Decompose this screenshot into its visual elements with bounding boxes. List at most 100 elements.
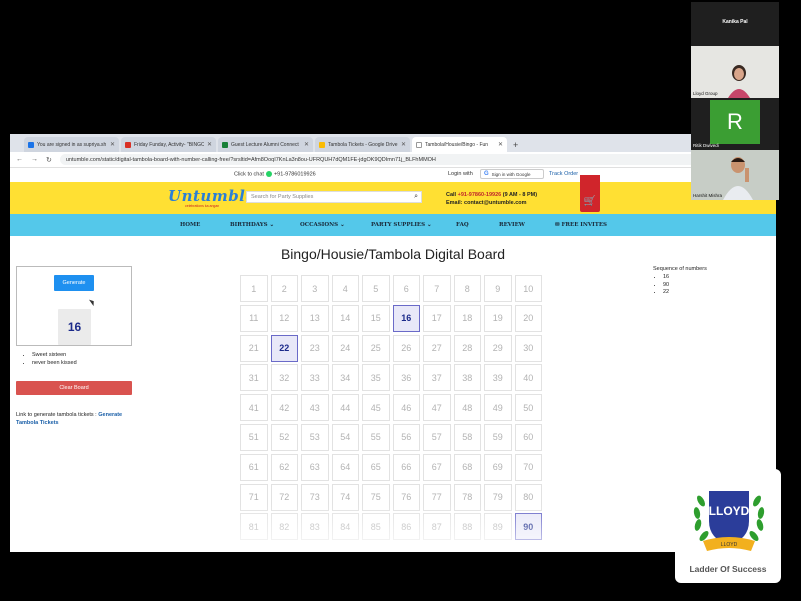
url-field[interactable]: untumble.com/static/digital-tambola-boar… bbox=[59, 154, 770, 165]
browser-window: You are signed in as supriya.sh ✕ Friday … bbox=[10, 134, 776, 552]
participant-name: Harshit Mishra bbox=[693, 193, 723, 198]
board-cell: 79 bbox=[484, 483, 512, 511]
participant-tile[interactable]: Harshit Mishra bbox=[691, 150, 779, 200]
site-header: Untumble celebrations ka angan Search fo… bbox=[10, 175, 776, 214]
screen: You are signed in as supriya.sh ✕ Friday … bbox=[0, 0, 801, 601]
board-cell: 82 bbox=[270, 513, 298, 541]
participant-tile[interactable]: Lloyd Group bbox=[691, 46, 779, 98]
link-prefix: Link to generate tambola tickets : bbox=[16, 412, 97, 418]
top-strip: Click to chat +91-9786019926 Login with G… bbox=[10, 168, 776, 182]
generate-button[interactable]: Generate bbox=[54, 275, 94, 291]
board-cell: 68 bbox=[453, 453, 481, 481]
nav-birthdays[interactable]: BIRTHDAYS ⌄ bbox=[230, 222, 274, 228]
close-icon[interactable]: ✕ bbox=[401, 141, 406, 148]
nav-faq[interactable]: FAQ bbox=[456, 222, 469, 228]
board-cell: 77 bbox=[423, 483, 451, 511]
board-cell: 11 bbox=[240, 304, 268, 332]
nav-occasions[interactable]: OCCASIONS ⌄ bbox=[300, 222, 345, 228]
board-cell: 66 bbox=[392, 453, 420, 481]
search-placeholder: Search for Party Supplies bbox=[251, 194, 314, 200]
google-sign-in-button[interactable]: G Sign in with Google bbox=[480, 169, 544, 179]
board-cell: 52 bbox=[270, 423, 298, 451]
tab-label: Guest Lecture Alumni Connect bbox=[231, 141, 299, 148]
page-title: Bingo/Housie/Tambola Digital Board bbox=[280, 246, 506, 262]
board-cell-called: 22 bbox=[270, 334, 298, 362]
site-favicon-icon bbox=[28, 141, 34, 148]
board-cell: 3 bbox=[301, 275, 329, 302]
board-cell: 6 bbox=[392, 275, 420, 302]
board-cell: 27 bbox=[423, 334, 451, 362]
tambola-board: 1 2 3 4 5 6 7 8 9 10 11 12 13 14 15 16 17 18 19 20 21 22 23 24 2… bbox=[240, 275, 542, 541]
click-to-chat[interactable]: Click to chat +91-9786019926 bbox=[234, 171, 316, 177]
page-favicon-icon bbox=[416, 141, 422, 148]
main-nav: HOME BIRTHDAYS ⌄ OCCASIONS ⌄ PARTY SUPPL… bbox=[10, 214, 776, 236]
call-number[interactable]: +91-97860-19926 bbox=[458, 192, 502, 198]
forward-icon[interactable]: → bbox=[31, 156, 38, 163]
board-cell: 20 bbox=[514, 304, 542, 332]
board-cell: 63 bbox=[301, 453, 329, 481]
participant-name: Kanika Pal bbox=[722, 19, 748, 25]
email-line[interactable]: Email: contact@untumble.com bbox=[446, 200, 527, 206]
list-item: Sweet sixteen bbox=[32, 351, 77, 359]
board-cell: 35 bbox=[362, 364, 390, 392]
board-cell: 85 bbox=[362, 513, 390, 541]
nav-party-supplies[interactable]: PARTY SUPPLIES ⌄ bbox=[371, 222, 432, 228]
laurel-shield-icon: LLOYD LLOYD bbox=[693, 491, 765, 551]
tab-label: Friday Funday, Activity- "BINGO" bbox=[134, 141, 204, 148]
board-cell: 84 bbox=[331, 513, 359, 541]
badge-brand: LLOYD bbox=[709, 504, 750, 518]
reload-icon[interactable]: ↻ bbox=[46, 156, 52, 164]
nav-review[interactable]: REVIEW bbox=[499, 222, 525, 228]
board-cell: 8 bbox=[453, 275, 481, 302]
nav-free-invites[interactable]: ✉ FREE INVITES bbox=[555, 222, 607, 228]
board-cell: 40 bbox=[514, 364, 542, 392]
close-icon[interactable]: ✕ bbox=[304, 141, 309, 148]
board-cell: 67 bbox=[423, 453, 451, 481]
participant-tile[interactable]: R Ritik Dwivedi bbox=[691, 98, 779, 150]
search-input[interactable]: Search for Party Supplies ⌕ bbox=[246, 191, 422, 203]
browser-tab[interactable]: You are signed in as supriya.sh ✕ bbox=[24, 137, 119, 152]
close-icon[interactable]: ✕ bbox=[498, 141, 503, 148]
board-cell: 9 bbox=[484, 275, 512, 302]
track-order-link[interactable]: Track Order bbox=[549, 171, 578, 177]
site-logo[interactable]: Untumble bbox=[168, 187, 255, 205]
google-sign-in-label: Sign in with Google bbox=[491, 171, 531, 177]
contact-info: Call +91-97860-19926 (9 AM - 8 PM) Email… bbox=[446, 191, 537, 207]
board-cell: 47 bbox=[423, 394, 451, 422]
mouse-cursor-icon bbox=[88, 297, 97, 307]
board-cell: 75 bbox=[362, 483, 390, 511]
login-label: Login with bbox=[448, 171, 473, 177]
gmail-icon bbox=[125, 141, 131, 148]
participant-video-icon bbox=[723, 157, 753, 200]
board-cell: 7 bbox=[423, 275, 451, 302]
close-icon[interactable]: ✕ bbox=[110, 141, 115, 148]
board-cell: 30 bbox=[514, 334, 542, 362]
board-cell: 39 bbox=[484, 364, 512, 392]
back-icon[interactable]: ← bbox=[16, 156, 23, 163]
badge-ribbon: LLOYD bbox=[721, 542, 738, 548]
close-icon[interactable]: ✕ bbox=[207, 141, 212, 148]
board-cell: 26 bbox=[392, 334, 420, 362]
tab-label: You are signed in as supriya.sh bbox=[37, 141, 107, 148]
nav-home[interactable]: HOME bbox=[180, 222, 200, 228]
search-icon[interactable]: ⌕ bbox=[414, 193, 418, 201]
browser-tab-active[interactable]: Tambola/Housie/Bingo - Fun ✕ bbox=[412, 137, 507, 152]
cart-icon[interactable]: 🛒 bbox=[580, 175, 600, 212]
board-cell: 10 bbox=[514, 275, 542, 302]
board-cell: 89 bbox=[484, 513, 512, 541]
board-cell: 31 bbox=[240, 364, 268, 392]
browser-tab[interactable]: Friday Funday, Activity- "BINGO" ✕ bbox=[121, 137, 216, 152]
browser-tab[interactable]: Tambola Tickets - Google Drive ✕ bbox=[315, 137, 410, 152]
board-cell: 23 bbox=[301, 334, 329, 362]
board-cell: 61 bbox=[240, 453, 268, 481]
participant-name: Ritik Dwivedi bbox=[693, 143, 719, 148]
participant-tile[interactable]: Kanika Pal bbox=[691, 2, 779, 46]
board-cell: 70 bbox=[514, 453, 542, 481]
new-tab-button[interactable]: + bbox=[509, 140, 522, 152]
browser-tab[interactable]: Guest Lecture Alumni Connect ✕ bbox=[218, 137, 313, 152]
board-cell: 14 bbox=[331, 304, 359, 332]
board-cell: 21 bbox=[240, 334, 268, 362]
clear-board-button[interactable]: Clear Board bbox=[16, 381, 132, 395]
board-cell: 25 bbox=[362, 334, 390, 362]
board-cell: 46 bbox=[392, 394, 420, 422]
